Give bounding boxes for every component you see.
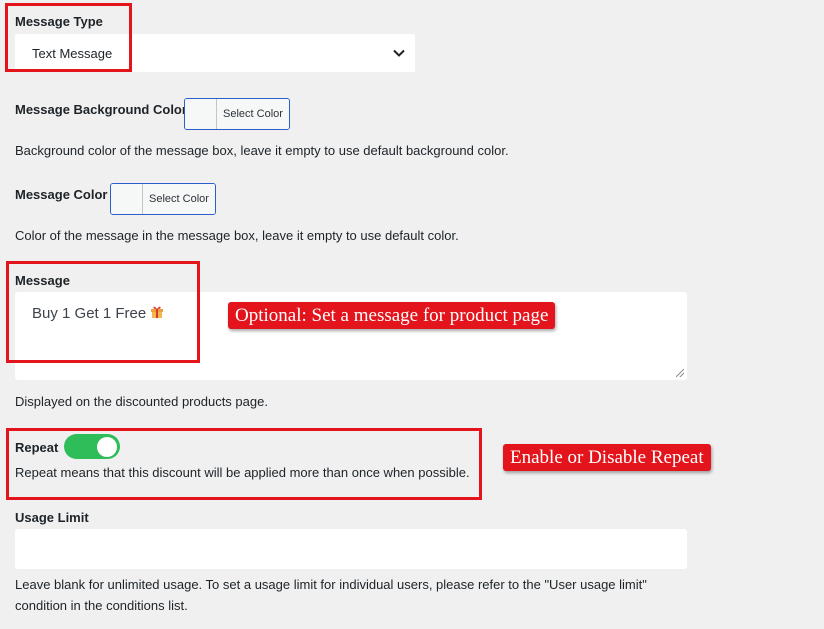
- usage-limit-description-line2: condition in the conditions list.: [15, 598, 188, 613]
- repeat-annotation-callout: Enable or Disable Repeat: [503, 444, 711, 471]
- msg-color-button-label: Select Color: [143, 184, 215, 214]
- bg-color-swatch: [185, 99, 217, 129]
- usage-limit-description: Leave blank for unlimited usage. To set …: [15, 574, 715, 616]
- msg-color-label: Message Color: [15, 187, 108, 202]
- message-annotation-callout: Optional: Set a message for product page: [228, 302, 556, 329]
- msg-color-swatch: [111, 184, 143, 214]
- bg-color-description: Background color of the message box, lea…: [15, 143, 509, 158]
- repeat-highlight-box: [6, 428, 482, 500]
- usage-limit-input[interactable]: [15, 529, 687, 569]
- msg-color-description: Color of the message in the message box,…: [15, 228, 459, 243]
- message-type-highlight-box: [5, 3, 132, 72]
- bg-color-button-label: Select Color: [217, 99, 289, 129]
- bg-color-picker-button[interactable]: Select Color: [184, 98, 290, 130]
- bg-color-label: Message Background Color: [15, 102, 187, 117]
- chevron-down-icon: [392, 46, 406, 60]
- msg-color-picker-button[interactable]: Select Color: [110, 183, 216, 215]
- textarea-resize-handle[interactable]: [676, 369, 684, 377]
- usage-limit-label: Usage Limit: [15, 510, 89, 525]
- usage-limit-description-line1: Leave blank for unlimited usage. To set …: [15, 577, 647, 592]
- message-description: Displayed on the discounted products pag…: [15, 394, 268, 409]
- message-highlight-box: [6, 261, 200, 363]
